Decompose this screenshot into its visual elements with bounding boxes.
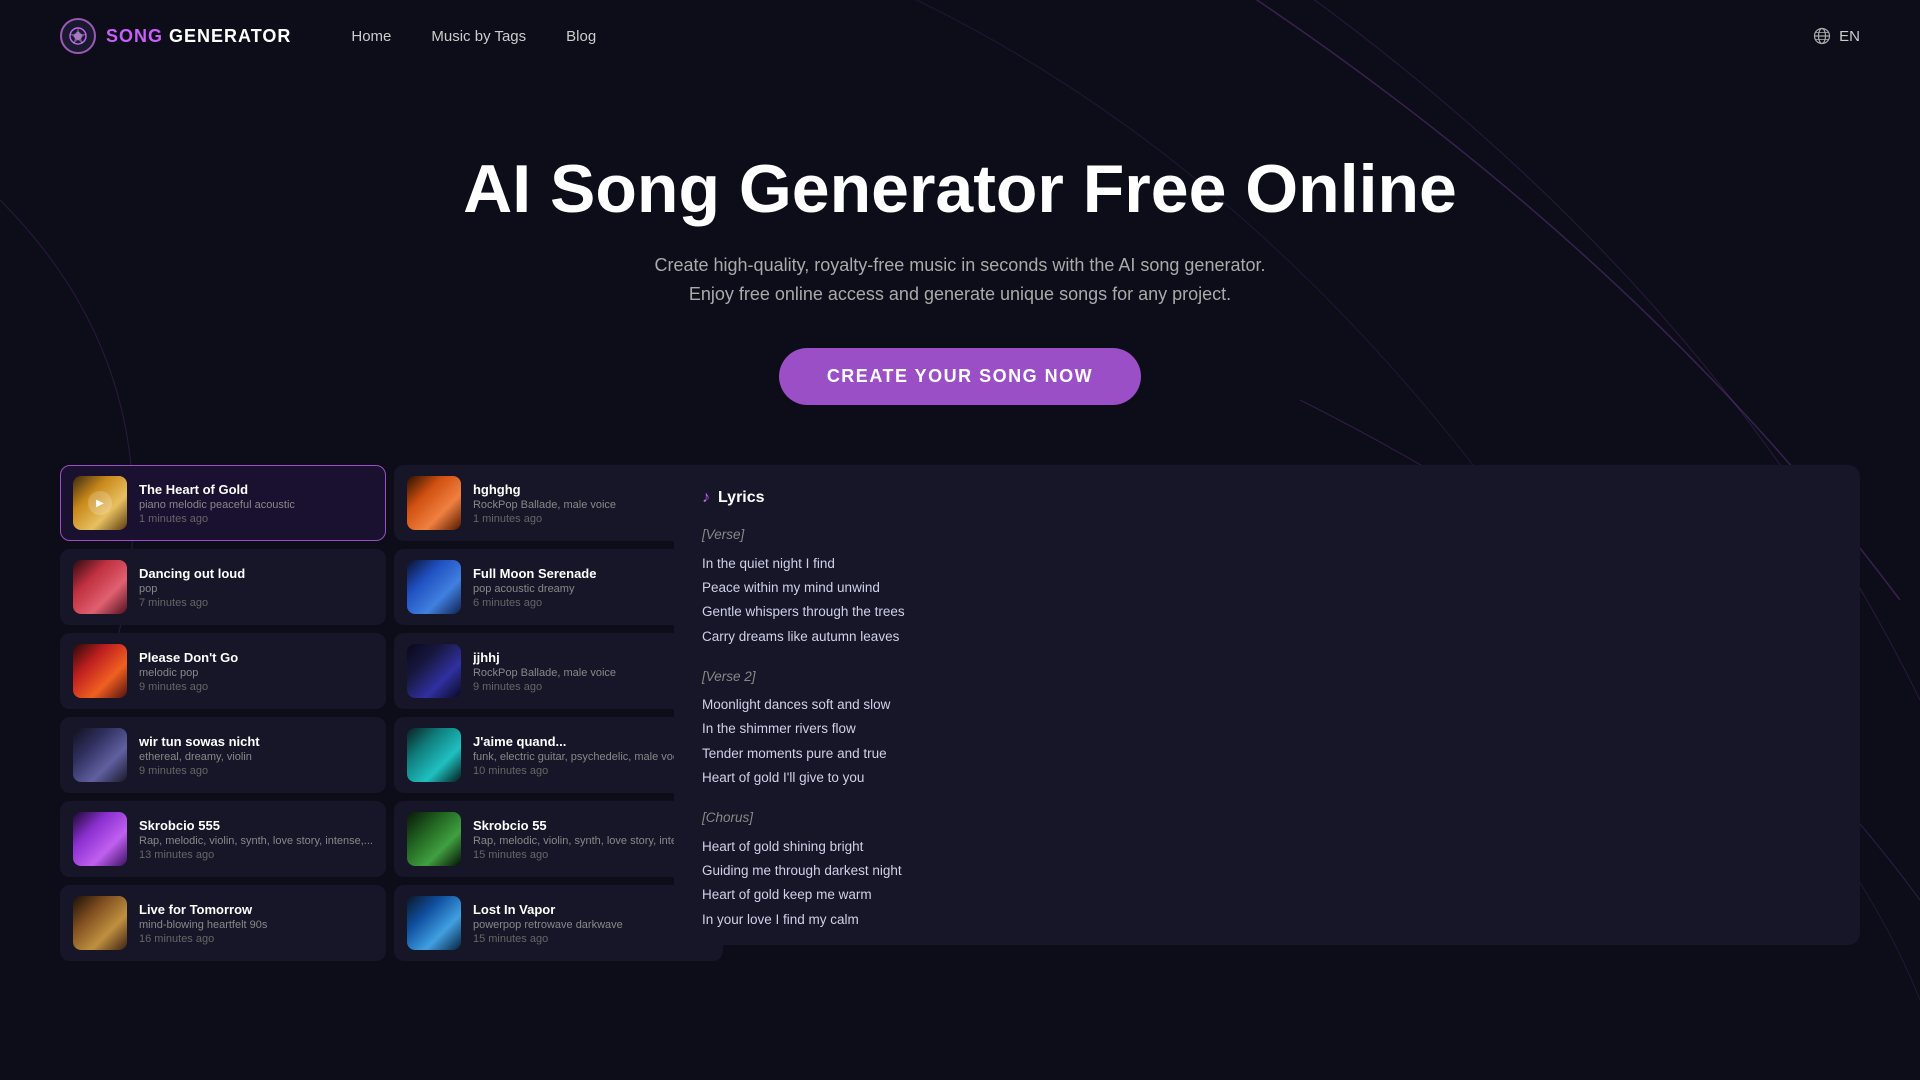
song-thumbnail <box>73 812 127 866</box>
song-card-wir-tun-sowas[interactable]: wir tun sowas nicht ethereal, dreamy, vio… <box>60 717 386 793</box>
play-button-icon: ▶ <box>88 491 112 515</box>
lyrics-line: Carry dreams like autumn leaves <box>702 625 1832 649</box>
song-time: 16 minutes ago <box>139 933 373 945</box>
lyrics-line: Heart of gold keep me warm <box>702 883 1832 907</box>
song-thumbnail <box>73 560 127 614</box>
song-title: Live for Tomorrow <box>139 902 373 917</box>
song-thumbnail <box>73 728 127 782</box>
song-card-heart-of-gold[interactable]: ▶ The Heart of Gold piano melodic peaceful… <box>60 465 386 541</box>
song-card-skrobcio-555[interactable]: Skrobcio 555 Rap, melodic, violin, synth,… <box>60 801 386 877</box>
song-genre: mind-blowing heartfelt 90s <box>139 919 373 931</box>
song-genre: piano melodic peaceful acoustic <box>139 499 373 511</box>
song-title: Please Don't Go <box>139 650 373 665</box>
left-song-column: ▶ The Heart of Gold piano melodic peaceful… <box>60 465 386 961</box>
lyrics-section-label: [Verse 2] <box>702 665 1832 689</box>
lyrics-content: [Verse] In the quiet night I findPeace wi… <box>702 523 1832 945</box>
lyrics-title: Lyrics <box>718 489 765 507</box>
lyrics-line: In your love I find my calm <box>702 908 1832 932</box>
song-genre: Rap, melodic, violin, synth, love story,… <box>139 835 373 847</box>
song-genre: melodic pop <box>139 667 373 679</box>
create-song-button[interactable]: CREATE YOUR SONG NOW <box>779 348 1141 405</box>
hero-section: AI Song Generator Free Online Create hig… <box>0 72 1920 455</box>
song-thumbnail <box>407 896 461 950</box>
song-thumbnail <box>407 728 461 782</box>
lyrics-line: Guiding me through darkest night <box>702 859 1832 883</box>
language-label: EN <box>1839 28 1860 45</box>
lyrics-line: Peace within my mind unwind <box>702 576 1832 600</box>
song-thumbnail: ▶ <box>73 476 127 530</box>
lyrics-line: Heart of gold I'll give to you <box>702 766 1832 790</box>
logo[interactable]: SONG GENERATOR <box>60 18 291 54</box>
song-info: Please Don't Go melodic pop 9 minutes ago <box>139 650 373 693</box>
nav-blog[interactable]: Blog <box>566 28 596 45</box>
song-time: 7 minutes ago <box>139 597 373 609</box>
song-thumbnail <box>407 560 461 614</box>
song-card-please-dont-go[interactable]: Please Don't Go melodic pop 9 minutes ago <box>60 633 386 709</box>
nav-home[interactable]: Home <box>351 28 391 45</box>
song-title: The Heart of Gold <box>139 482 373 497</box>
nav-music-by-tags[interactable]: Music by Tags <box>431 28 526 45</box>
song-genre: ethereal, dreamy, violin <box>139 751 373 763</box>
song-time: 9 minutes ago <box>139 765 373 777</box>
song-info: Dancing out loud pop 7 minutes ago <box>139 566 373 609</box>
lyrics-section-label: [Chorus] <box>702 806 1832 830</box>
song-info: Skrobcio 555 Rap, melodic, violin, synth,… <box>139 818 373 861</box>
song-card-live-for-tomorrow[interactable]: Live for Tomorrow mind-blowing heartfelt … <box>60 885 386 961</box>
lyrics-panel: ♪ Lyrics [Verse] In the quiet night I fin… <box>674 465 1860 945</box>
song-thumbnail <box>407 644 461 698</box>
song-genre: pop <box>139 583 373 595</box>
header: SONG GENERATOR Home Music by Tags Blog E… <box>0 0 1920 72</box>
lyrics-line: Moonlight dances soft and slow <box>702 693 1832 717</box>
main-nav: Home Music by Tags Blog <box>351 28 1813 45</box>
lyrics-header: ♪ Lyrics <box>702 489 1832 507</box>
song-thumbnail <box>407 812 461 866</box>
song-card-dancing-out-loud[interactable]: Dancing out loud pop 7 minutes ago <box>60 549 386 625</box>
song-title: wir tun sowas nicht <box>139 734 373 749</box>
song-title: Skrobcio 555 <box>139 818 373 833</box>
logo-icon <box>60 18 96 54</box>
music-note-icon: ♪ <box>702 489 710 507</box>
logo-text: SONG GENERATOR <box>106 26 291 47</box>
lyrics-line: In the quiet night I find <box>702 552 1832 576</box>
song-thumbnail <box>407 476 461 530</box>
lyrics-line: In the shimmer rivers flow <box>702 717 1832 741</box>
lyrics-section-label: [Verse] <box>702 523 1832 547</box>
lyrics-line: Heart of gold shining bright <box>702 835 1832 859</box>
song-info: wir tun sowas nicht ethereal, dreamy, vio… <box>139 734 373 777</box>
lyrics-section: [Verse] In the quiet night I findPeace wi… <box>702 523 1832 648</box>
lyrics-section: [Chorus] Heart of gold shining brightGuid… <box>702 806 1832 931</box>
hero-title: AI Song Generator Free Online <box>20 152 1900 227</box>
song-list: ▶ The Heart of Gold piano melodic peaceful… <box>60 465 650 961</box>
language-selector[interactable]: EN <box>1813 27 1860 45</box>
lyrics-line: Gentle whispers through the trees <box>702 600 1832 624</box>
lyrics-line: Tender moments pure and true <box>702 742 1832 766</box>
song-thumbnail <box>73 644 127 698</box>
lyrics-section: [Verse 2] Moonlight dances soft and slowI… <box>702 665 1832 790</box>
song-time: 9 minutes ago <box>139 681 373 693</box>
song-time: 13 minutes ago <box>139 849 373 861</box>
main-content: ▶ The Heart of Gold piano melodic peaceful… <box>0 465 1920 1001</box>
song-title: Dancing out loud <box>139 566 373 581</box>
song-info: Live for Tomorrow mind-blowing heartfelt … <box>139 902 373 945</box>
song-thumbnail <box>73 896 127 950</box>
globe-icon <box>1813 27 1831 45</box>
song-info: The Heart of Gold piano melodic peaceful … <box>139 482 373 525</box>
song-time: 1 minutes ago <box>139 513 373 525</box>
hero-subtitle: Create high-quality, royalty-free music … <box>630 251 1290 309</box>
